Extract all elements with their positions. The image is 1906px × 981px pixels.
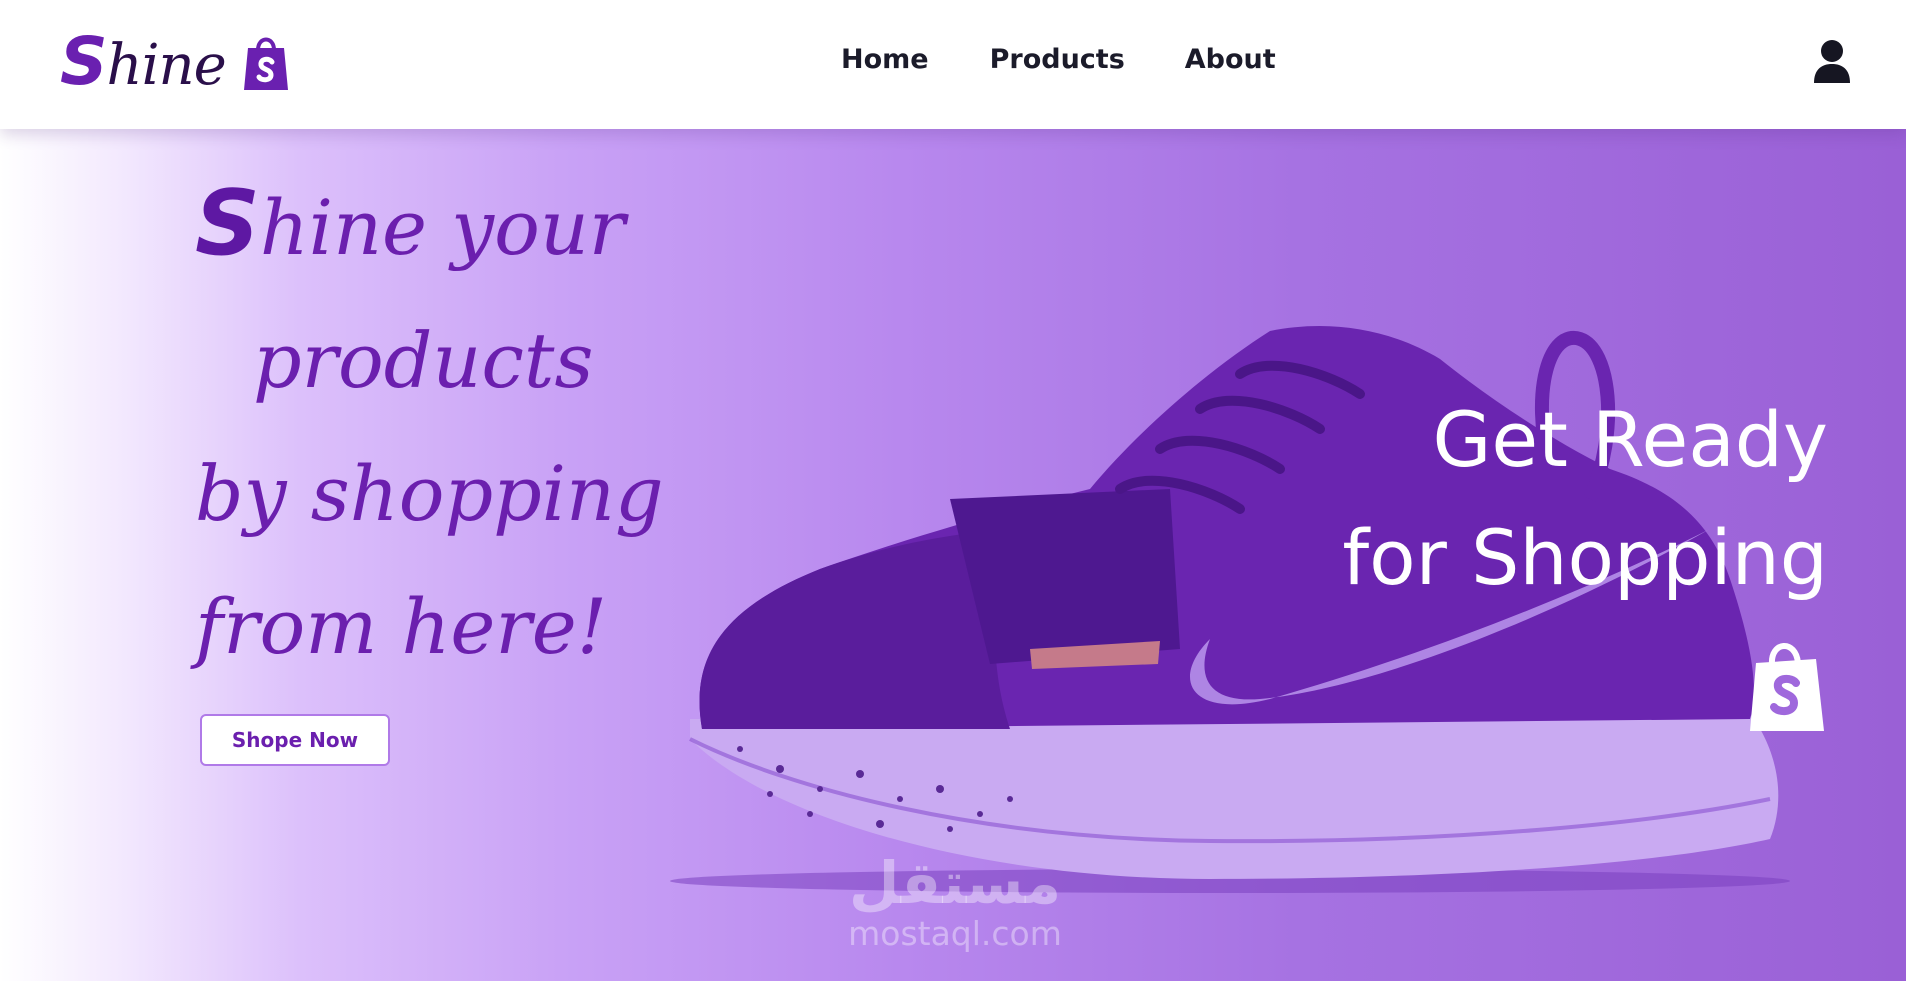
user-icon[interactable]: [1812, 39, 1852, 83]
tagline-line-2: for Shopping: [1342, 513, 1828, 602]
tagline-line-1: Get Ready: [1432, 395, 1828, 484]
nav-home-link[interactable]: Home: [841, 44, 929, 75]
navbar: Shine Home Products About: [0, 0, 1906, 129]
nav-products-link[interactable]: Products: [990, 44, 1125, 75]
nav-about-link[interactable]: About: [1185, 44, 1276, 75]
hero-banner: Shine your products by shopping from her…: [0, 129, 1906, 981]
shopping-bag-icon: [243, 37, 288, 90]
shopping-bag-icon: [1750, 643, 1824, 731]
shop-now-button[interactable]: Shope Now: [200, 714, 390, 766]
brand-name: Shine: [60, 23, 227, 100]
headline-line-2: products: [253, 316, 594, 405]
watermark-arabic: مستقل: [848, 849, 1062, 917]
headline-line-3: by shopping: [195, 449, 664, 538]
main-nav: Home Products About: [841, 44, 1276, 75]
brand-logo[interactable]: Shine: [60, 24, 292, 100]
headline-line-1: Shine your: [195, 171, 626, 276]
watermark-text: mostaql.com: [848, 914, 1062, 953]
headline-line-4: from here!: [195, 582, 608, 671]
hero-tagline: Get Ready for Shopping: [1342, 381, 1828, 617]
hero-headline: Shine your products by shopping from her…: [195, 157, 664, 693]
watermark: مستقل mostaql.com: [835, 852, 1075, 954]
